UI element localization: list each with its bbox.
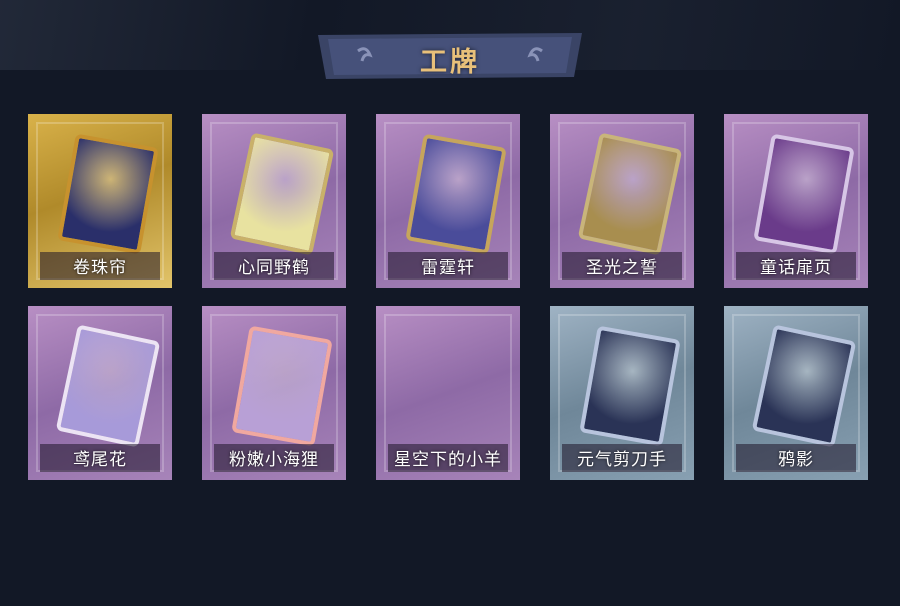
badge-card[interactable]: 星空下的小羊 [376,306,520,480]
card-label: 星空下的小羊 [394,450,502,470]
badge-card[interactable]: 童话扉页 [724,114,868,288]
badge-card[interactable]: 圣光之誓 [550,114,694,288]
card-label: 圣光之誓 [586,258,658,278]
card-label: 鸦影 [778,450,814,470]
badge-card[interactable]: 鸦影 [724,306,868,480]
card-label: 元气剪刀手 [577,450,667,470]
badge-card[interactable]: 卷珠帘 [28,114,172,288]
card-label: 卷珠帘 [73,258,127,278]
card-label: 雷霆轩 [421,258,475,278]
badge-card[interactable]: 鸢尾花 [28,306,172,480]
badge-card[interactable]: 元气剪刀手 [550,306,694,480]
badge-card[interactable]: 心同野鹤 [202,114,346,288]
badge-card[interactable]: 雷霆轩 [376,114,520,288]
header-banner: 工牌 [318,33,582,81]
badge-card[interactable]: 粉嫩小海狸 [202,306,346,480]
card-label: 童话扉页 [760,258,832,278]
page-title: 工牌 [420,47,480,78]
card-label: 粉嫩小海狸 [229,450,319,470]
card-label: 心同野鹤 [238,258,310,278]
card-label: 鸢尾花 [73,450,127,470]
